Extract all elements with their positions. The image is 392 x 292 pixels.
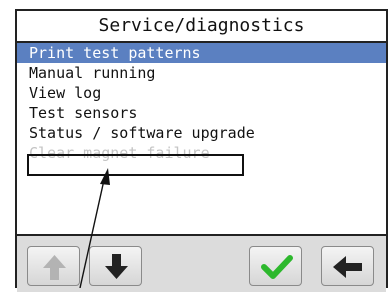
confirm-button[interactable] bbox=[249, 246, 302, 286]
menu-item-view-log[interactable]: View log bbox=[17, 83, 386, 103]
back-button[interactable] bbox=[321, 246, 374, 286]
device-screen: Service/diagnostics Print test patterns … bbox=[0, 0, 392, 292]
arrow-up-icon bbox=[43, 255, 66, 280]
arrow-left-icon bbox=[333, 256, 362, 278]
arrow-down-icon bbox=[105, 254, 128, 279]
button-toolbar bbox=[17, 234, 386, 292]
up-button[interactable] bbox=[27, 246, 80, 286]
dialog-frame: Service/diagnostics Print test patterns … bbox=[15, 9, 388, 292]
menu-item-clear-magnet-failure: Clear magnet failure bbox=[29, 144, 210, 162]
page-title: Service/diagnostics bbox=[17, 11, 386, 43]
service-menu: Print test patterns Manual running View … bbox=[17, 43, 386, 163]
down-button[interactable] bbox=[89, 246, 142, 286]
menu-item-print-test-patterns[interactable]: Print test patterns bbox=[17, 43, 386, 63]
menu-item-manual-running[interactable]: Manual running bbox=[17, 63, 386, 83]
checkmark-icon bbox=[261, 255, 293, 279]
menu-item-status-software-upgrade[interactable]: Status / software upgrade bbox=[17, 123, 386, 143]
menu-item-test-sensors[interactable]: Test sensors bbox=[17, 103, 386, 123]
